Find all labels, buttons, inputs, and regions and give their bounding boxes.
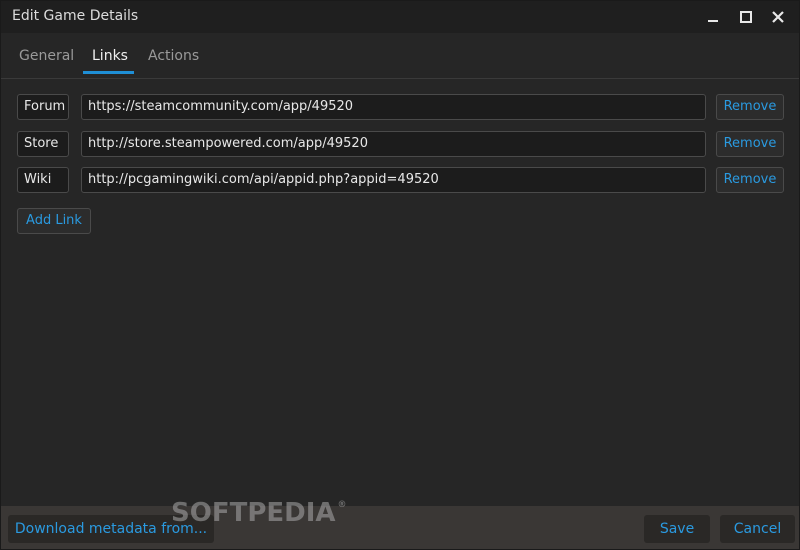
tab-actions[interactable]: Actions bbox=[148, 48, 199, 64]
registered-mark: ® bbox=[337, 500, 347, 510]
link-row-forum: Forum https://steamcommunity.com/app/495… bbox=[17, 94, 785, 120]
footer-bar: Download metadata from... Save Cancel bbox=[1, 506, 799, 549]
link-url-field[interactable]: http://pcgamingwiki.com/api/appid.php?ap… bbox=[81, 167, 706, 193]
active-tab-indicator bbox=[83, 71, 134, 74]
link-row-store: Store http://store.steampowered.com/app/… bbox=[17, 131, 785, 157]
close-button[interactable] bbox=[766, 5, 790, 29]
maximize-button[interactable] bbox=[734, 5, 758, 29]
window-title: Edit Game Details bbox=[12, 8, 139, 24]
softpedia-watermark: SOFTPEDIA ® bbox=[171, 498, 347, 528]
edit-game-details-window: Edit Game Details General Links Actions … bbox=[0, 0, 800, 550]
cancel-button[interactable]: Cancel bbox=[720, 515, 795, 543]
save-button[interactable]: Save bbox=[644, 515, 710, 543]
link-name-field[interactable]: Forum bbox=[17, 94, 69, 120]
minimize-icon bbox=[707, 11, 719, 23]
link-url-field[interactable]: https://steamcommunity.com/app/49520 bbox=[81, 94, 706, 120]
tab-general[interactable]: General bbox=[19, 48, 74, 64]
link-row-wiki: Wiki http://pcgamingwiki.com/api/appid.p… bbox=[17, 167, 785, 193]
remove-link-button[interactable]: Remove bbox=[716, 167, 784, 193]
remove-link-button[interactable]: Remove bbox=[716, 94, 784, 120]
add-link-button[interactable]: Add Link bbox=[17, 208, 91, 234]
link-name-field[interactable]: Store bbox=[17, 131, 69, 157]
title-bar: Edit Game Details bbox=[1, 1, 799, 33]
tab-bar: General Links Actions bbox=[1, 33, 799, 79]
tab-links[interactable]: Links bbox=[92, 48, 128, 64]
minimize-button[interactable] bbox=[701, 5, 725, 29]
watermark-text: SOFTPEDIA bbox=[171, 498, 336, 528]
remove-link-button[interactable]: Remove bbox=[716, 131, 784, 157]
close-icon bbox=[772, 11, 784, 23]
link-name-field[interactable]: Wiki bbox=[17, 167, 69, 193]
link-url-field[interactable]: http://store.steampowered.com/app/49520 bbox=[81, 131, 706, 157]
maximize-icon bbox=[740, 11, 752, 23]
